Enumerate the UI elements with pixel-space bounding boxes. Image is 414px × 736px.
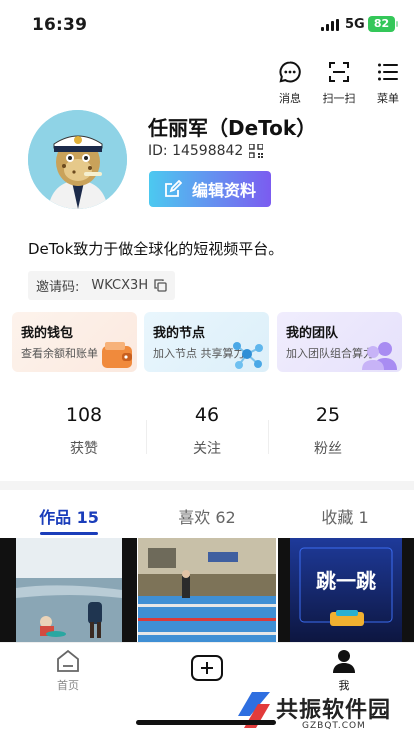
messages-button[interactable]: 消息 bbox=[268, 60, 312, 106]
node-card[interactable]: 我的节点 加入节点 共享算力 bbox=[144, 312, 269, 372]
nav-home-label: 首页 bbox=[57, 679, 79, 692]
invite-label: 邀请码: bbox=[36, 280, 80, 295]
team-title: 我的团队 bbox=[286, 326, 339, 341]
qrcode-icon[interactable] bbox=[249, 144, 263, 158]
invite-code: WKCX3H bbox=[91, 278, 149, 293]
user-name: 任丽军（DeTok） bbox=[148, 116, 317, 140]
team-icon bbox=[362, 342, 397, 370]
home-icon bbox=[57, 649, 79, 672]
status-bar: 16:39 5G 82 bbox=[0, 0, 414, 52]
menu-label: 菜单 bbox=[377, 92, 399, 105]
signal-icon bbox=[321, 19, 339, 31]
likes-stat[interactable]: 108 获赞 bbox=[22, 404, 146, 458]
video-thumbnail[interactable] bbox=[138, 538, 276, 642]
video-thumbnail[interactable] bbox=[0, 538, 137, 642]
add-post-icon bbox=[191, 655, 223, 681]
edit-icon bbox=[165, 180, 182, 197]
home-indicator bbox=[136, 720, 276, 725]
watermark-title: 共振软件园 bbox=[276, 698, 392, 723]
wallet-subtitle: 查看余额和账单 bbox=[21, 347, 98, 360]
invite-code-box[interactable]: 邀请码: WKCX3H bbox=[28, 271, 176, 300]
followers-label: 粉丝 bbox=[314, 441, 342, 457]
following-stat[interactable]: 46 关注 bbox=[145, 404, 269, 458]
user-bio: DeTok致力于做全球化的短视频平台。 bbox=[28, 240, 284, 258]
nav-home[interactable]: 首页 bbox=[48, 648, 88, 693]
active-tab-indicator bbox=[40, 532, 98, 535]
network-type: 5G bbox=[345, 17, 365, 32]
wallet-icon bbox=[102, 342, 132, 368]
watermark-url: GZBQT.COM bbox=[302, 721, 366, 731]
tab-works[interactable]: 作品 15 bbox=[0, 504, 138, 528]
tab-likes[interactable]: 喜欢 62 bbox=[138, 504, 276, 528]
followers-stat[interactable]: 25 粉丝 bbox=[266, 404, 390, 458]
thumb-title-text: 跳一跳 bbox=[316, 569, 376, 593]
scan-icon bbox=[329, 62, 349, 82]
status-time: 16:39 bbox=[32, 15, 88, 35]
avatar[interactable] bbox=[28, 110, 127, 209]
messages-label: 消息 bbox=[279, 92, 301, 105]
menu-button[interactable]: 菜单 bbox=[366, 60, 410, 106]
likes-label: 获赞 bbox=[70, 441, 98, 457]
wallet-card[interactable]: 我的钱包 查看余额和账单 bbox=[12, 312, 137, 372]
scan-button[interactable]: 扫一扫 bbox=[317, 60, 361, 106]
following-count: 46 bbox=[194, 404, 220, 426]
likes-count: 108 bbox=[65, 404, 103, 426]
scan-label: 扫一扫 bbox=[322, 92, 356, 105]
following-label: 关注 bbox=[193, 441, 221, 457]
tab-favorites[interactable]: 收藏 1 bbox=[276, 504, 414, 528]
wallet-title: 我的钱包 bbox=[21, 326, 74, 341]
nav-create[interactable] bbox=[189, 654, 225, 685]
profile-icon bbox=[333, 650, 355, 673]
section-divider bbox=[0, 481, 414, 490]
team-card[interactable]: 我的团队 加入团队组合算力 bbox=[277, 312, 402, 372]
followers-count: 25 bbox=[315, 404, 341, 426]
edit-profile-button[interactable]: 编辑资料 bbox=[149, 171, 271, 207]
copy-icon[interactable] bbox=[154, 279, 167, 292]
menu-icon bbox=[378, 63, 398, 81]
message-icon bbox=[279, 61, 301, 83]
node-title: 我的节点 bbox=[153, 326, 206, 341]
edit-profile-label: 编辑资料 bbox=[191, 181, 256, 200]
nav-me[interactable]: 我 bbox=[326, 648, 362, 693]
node-network-icon bbox=[233, 342, 263, 369]
battery-icon: 82 bbox=[368, 16, 398, 32]
watermark: 共振软件园 GZBQT.COM bbox=[236, 688, 406, 734]
profile-page: 16:39 5G 82 消息 扫一扫 菜单 任丽军（DeTok） ID: 145… bbox=[0, 0, 414, 736]
video-thumbnail[interactable]: 跳一跳 bbox=[278, 538, 414, 642]
user-id: ID: 14598842 bbox=[148, 143, 244, 159]
ape-avatar-image bbox=[28, 110, 127, 209]
